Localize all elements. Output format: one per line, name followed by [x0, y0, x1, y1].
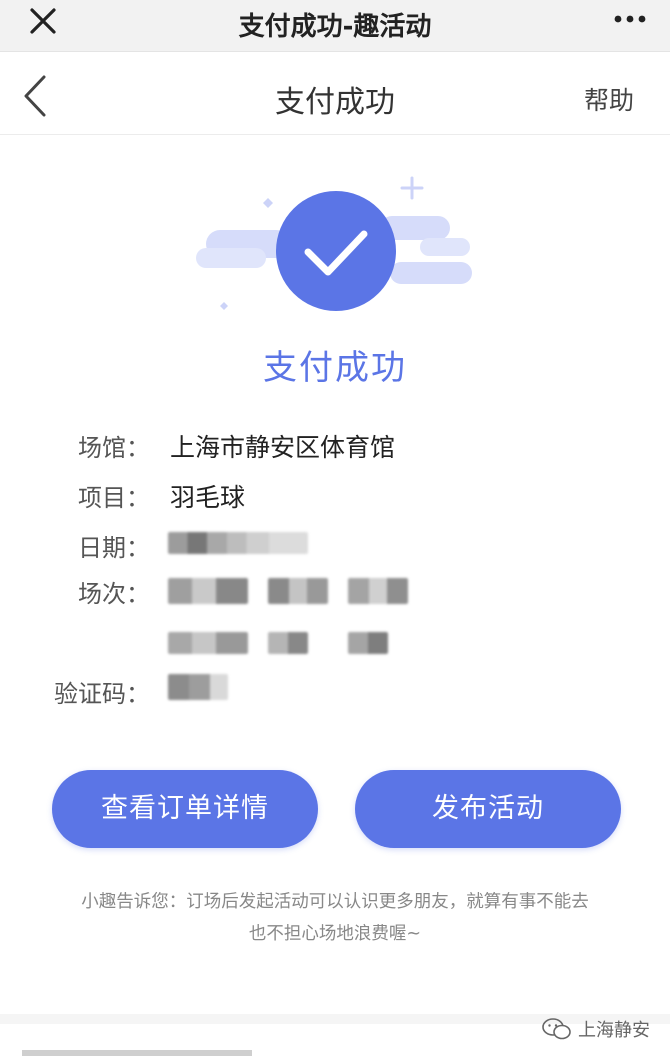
- tip-line-1: 小趣告诉您：订场后发起活动可以认识更多朋友，就算有事不能去: [81, 892, 589, 912]
- session-value-redacted: [348, 632, 388, 654]
- item-value: 羽毛球: [170, 483, 246, 512]
- session-value-redacted: [268, 632, 308, 654]
- session-value-redacted: [168, 632, 248, 654]
- help-link[interactable]: 帮助: [584, 81, 634, 117]
- venue-row: 场馆： 上海市静安区体育馆: [0, 428, 670, 468]
- nav-bar: 支付成功 帮助: [0, 53, 670, 135]
- session-value-redacted: [168, 578, 248, 604]
- order-detail-button[interactable]: 查看订单详情: [52, 770, 318, 848]
- success-title: 支付成功: [263, 348, 407, 388]
- publish-activity-button[interactable]: 发布活动: [355, 770, 621, 848]
- check-circle-icon: [196, 176, 472, 311]
- tip-text: 小趣告诉您：订场后发起活动可以认识更多朋友，就算有事不能去 也不担心场地浪费喔~: [22, 886, 648, 950]
- next-section-peek: [22, 1050, 252, 1056]
- item-row: 项目： 羽毛球: [0, 478, 670, 518]
- date-label: 日期：: [78, 534, 150, 562]
- more-dots-icon[interactable]: [610, 2, 650, 36]
- session-label: 场次：: [78, 580, 150, 608]
- session-value-redacted: [348, 578, 408, 604]
- date-value-redacted: [168, 532, 308, 554]
- item-label: 项目：: [78, 484, 150, 512]
- session-value-redacted: [268, 578, 328, 604]
- venue-value: 上海市静安区体育馆: [170, 433, 396, 462]
- tip-line-2: 也不担心场地浪费喔~: [248, 924, 422, 944]
- session-row-2: [0, 628, 670, 668]
- page-title: 支付成功: [275, 85, 395, 120]
- venue-label: 场馆：: [78, 434, 150, 462]
- session-row: 场次：: [0, 574, 670, 614]
- watermark-text: 上海静安: [578, 1020, 650, 1041]
- wechat-icon: [542, 1018, 571, 1040]
- date-row: 日期：: [0, 528, 670, 568]
- watermark: 上海静安: [542, 1016, 650, 1042]
- code-row: 验证码：: [0, 674, 670, 714]
- window-title-bar: 支付成功-趣活动: [0, 0, 670, 52]
- code-value-redacted: [168, 674, 228, 700]
- window-title: 支付成功-趣活动: [238, 12, 432, 42]
- code-label: 验证码：: [54, 680, 150, 708]
